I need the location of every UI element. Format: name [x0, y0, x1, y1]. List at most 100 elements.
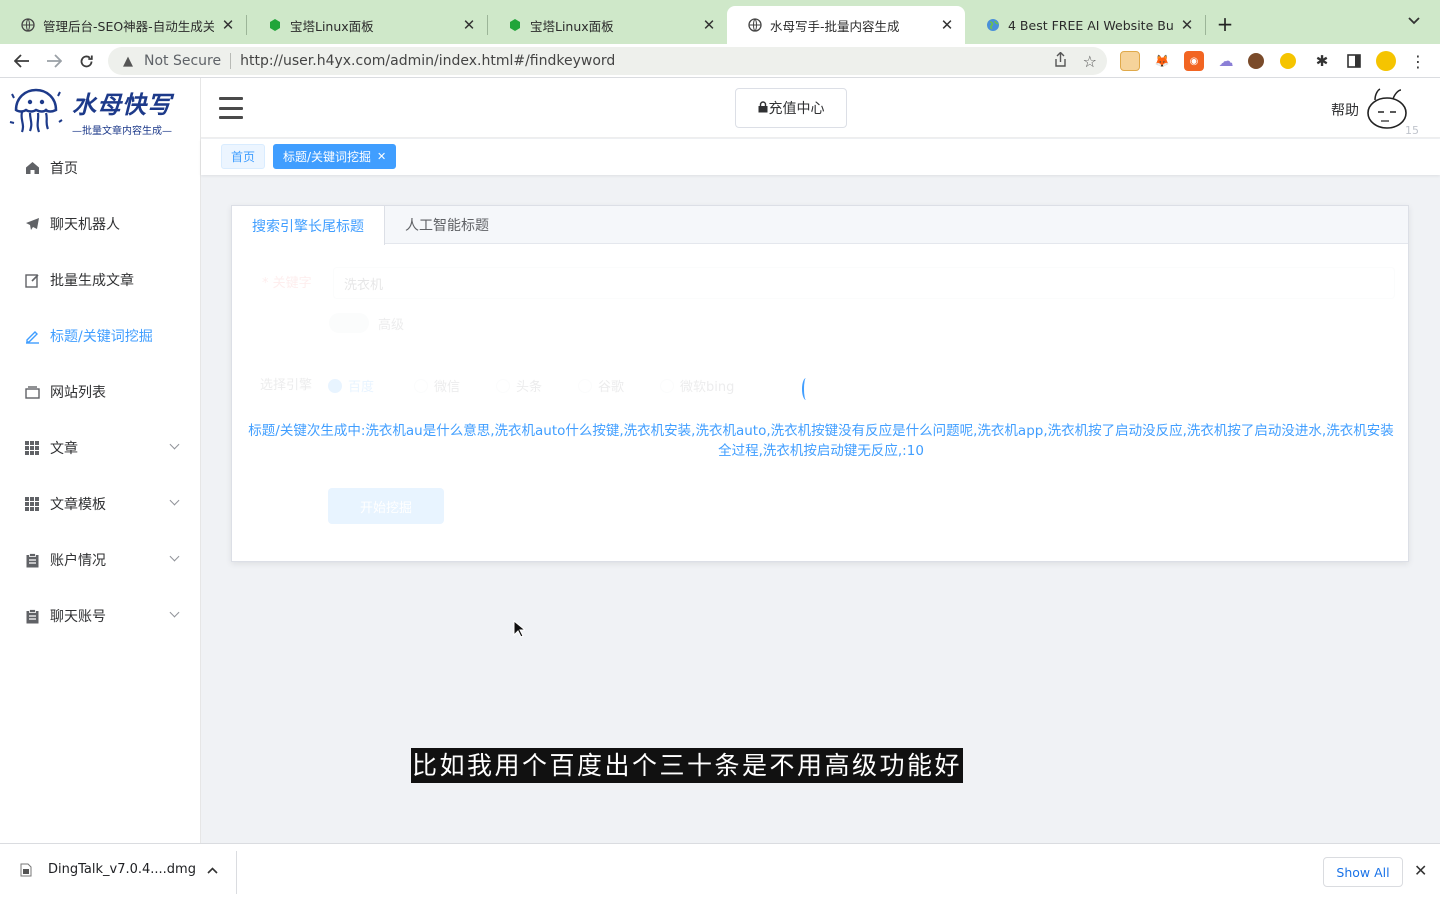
show-all-downloads-button[interactable]: Show All	[1323, 857, 1403, 887]
browser-tab-2[interactable]: 宝塔Linux面板 ✕	[247, 6, 487, 44]
tab-title: 宝塔Linux面板	[530, 18, 614, 34]
logo-title: 水母快写	[72, 91, 172, 119]
sidebar-item-keyword-mining[interactable]: 标题/关键词挖掘	[0, 308, 200, 364]
security-label[interactable]: Not Secure	[144, 53, 221, 69]
bookmark-star-icon[interactable]: ☆	[1083, 52, 1097, 71]
forward-button[interactable]	[41, 48, 67, 74]
sidebar-item-article-templates[interactable]: 文章模板	[0, 476, 200, 532]
sidebar-item-batch-articles[interactable]: 批量生成文章	[0, 252, 200, 308]
keyword-mining-card: 搜索引擎长尾标题 人工智能标题 * 关键字 洗衣机 高级 选择引擎 百度 微信 …	[231, 205, 1409, 562]
sidebar-item-site-list[interactable]: 网站列表	[0, 364, 200, 420]
folder-icon	[24, 384, 40, 400]
close-tab-icon[interactable]: ✕	[939, 16, 955, 34]
clipboard-icon	[24, 552, 40, 568]
profile-avatar-icon[interactable]	[1376, 51, 1396, 71]
advanced-label: 高级	[378, 318, 405, 333]
radio-label: 微软bing	[680, 380, 735, 395]
metamask-fox-icon[interactable]: 🦊	[1152, 51, 1172, 71]
sidebar-item-chat-accounts[interactable]: 聊天账号	[0, 588, 200, 644]
tag-keyword-mining[interactable]: 标题/关键词挖掘 ✕	[273, 144, 397, 169]
close-download-bar-icon[interactable]: ✕	[1414, 861, 1427, 880]
sidebar-item-home[interactable]: 首页	[0, 140, 200, 196]
sidebar-item-label: 网站列表	[50, 385, 106, 401]
tab-label: 人工智能标题	[405, 218, 489, 234]
radio-label: 微信	[434, 380, 461, 395]
warning-triangle-icon[interactable]: ▲	[120, 54, 136, 69]
puzzle-extensions-icon[interactable]: ✱	[1312, 51, 1332, 71]
baota-icon	[267, 18, 282, 33]
browser-tab-5[interactable]: 4 Best FREE AI Website Builder ✕	[965, 6, 1205, 44]
tab-title: 4 Best FREE AI Website Builder	[1008, 17, 1173, 33]
engine-radio-wechat[interactable]: 微信	[414, 376, 460, 395]
engine-radio-toutiao[interactable]: 头条	[496, 376, 542, 395]
help-link[interactable]: 帮助	[1331, 100, 1359, 120]
engine-radio-bing[interactable]: 微软bing	[660, 376, 734, 395]
advanced-toggle[interactable]	[329, 313, 369, 333]
sidebar-item-label: 账户情况	[50, 553, 106, 569]
browser-tab-1[interactable]: 管理后台-SEO神器-自动生成关键 ✕	[0, 6, 246, 44]
radio-dot	[496, 378, 510, 393]
back-button[interactable]	[9, 48, 35, 74]
url-text[interactable]: http://user.h4yx.com/admin/index.html#/f…	[240, 53, 615, 69]
sidebar-item-label: 聊天机器人	[50, 217, 120, 233]
tab-ai-titles[interactable]: 人工智能标题	[385, 206, 509, 244]
browser-tab-3[interactable]: 宝塔Linux面板 ✕	[487, 6, 727, 44]
browser-tab-4-active[interactable]: 水母写手-批量内容生成 ✕	[727, 6, 965, 44]
tag-home[interactable]: 首页	[221, 144, 266, 169]
more-menu-icon[interactable]: ⋮	[1408, 51, 1428, 71]
back-arrow-icon	[14, 54, 29, 68]
divider	[230, 53, 232, 69]
pen-icon	[24, 328, 40, 344]
app-logo[interactable]: 水母快写 —批量文章内容生成—	[8, 84, 194, 138]
app-header: 充值中心 帮助 15	[201, 78, 1440, 138]
radio-label: 百度	[348, 380, 375, 395]
reload-button[interactable]	[73, 48, 99, 74]
yellow-extension-icon[interactable]	[1280, 53, 1296, 69]
home-icon	[24, 160, 40, 176]
notification-count: 15	[1405, 124, 1419, 137]
sidebar-item-label: 文章模板	[50, 497, 106, 513]
radio-label: 头条	[516, 380, 543, 395]
radio-label: 谷歌	[598, 380, 625, 395]
close-tab-icon[interactable]: ✕	[701, 16, 717, 34]
menu-toggle-icon[interactable]	[219, 97, 243, 119]
close-tab-icon[interactable]: ✕	[461, 16, 477, 34]
start-mining-button[interactable]: 开始挖掘	[328, 488, 444, 524]
avatar-extension-icon[interactable]	[1248, 53, 1264, 69]
video-subtitle: 比如我用个百度出个三十条是不用高级功能好	[411, 748, 964, 783]
recharge-label: 充值中心	[768, 101, 825, 117]
download-filename: DingTalk_v7.0.4....dmg	[48, 862, 196, 877]
rss-icon[interactable]: ◉	[1184, 51, 1204, 71]
sidebar: 水母快写 —批量文章内容生成— 首页 聊天机器人 批量生成文章 标题/关键词挖掘…	[0, 78, 201, 843]
keyword-value: 洗衣机	[344, 277, 384, 293]
keyword-input[interactable]: 洗衣机	[333, 267, 1395, 299]
generation-status-text: 标题/关键次生成中:洗衣机au是什么意思,洗衣机auto什么按键,洗衣机安装,洗…	[248, 423, 1394, 459]
cloud-extension-icon[interactable]: ☁	[1216, 51, 1236, 71]
engine-radio-google[interactable]: 谷歌	[578, 376, 624, 395]
extension-1-icon[interactable]	[1120, 51, 1140, 71]
sidebar-item-chatbot[interactable]: 聊天机器人	[0, 196, 200, 252]
sidebar-item-account[interactable]: 账户情况	[0, 532, 200, 588]
radio-dot	[414, 378, 428, 393]
globe-icon	[20, 18, 35, 33]
share-icon[interactable]	[1054, 51, 1067, 71]
sidepanel-icon[interactable]	[1344, 51, 1364, 71]
send-icon	[24, 216, 40, 232]
tab-label: 搜索引擎长尾标题	[252, 218, 364, 235]
tab-search-engine-titles[interactable]: 搜索引擎长尾标题	[232, 206, 385, 245]
tab-divider	[1205, 15, 1206, 35]
new-tab-button[interactable]: +	[1213, 12, 1237, 36]
close-tab-icon[interactable]: ✕	[1179, 16, 1195, 34]
tab-search-chevron-icon[interactable]	[1408, 14, 1420, 28]
user-avatar[interactable]	[1363, 86, 1411, 134]
address-bar[interactable]: ▲ Not Secure http://user.h4yx.com/admin/…	[108, 47, 1107, 75]
sidebar-item-articles[interactable]: 文章	[0, 420, 200, 476]
sidebar-item-label: 批量生成文章	[50, 273, 134, 289]
close-tag-icon[interactable]: ✕	[377, 150, 386, 163]
engine-radio-baidu[interactable]: 百度	[328, 376, 374, 395]
close-tab-icon[interactable]: ✕	[220, 16, 236, 34]
engine-label: 选择引擎	[260, 378, 313, 393]
recharge-center-button[interactable]: 充值中心	[735, 88, 847, 128]
chevron-up-icon[interactable]	[207, 863, 218, 877]
download-item[interactable]: DingTalk_v7.0.4....dmg	[20, 862, 196, 877]
